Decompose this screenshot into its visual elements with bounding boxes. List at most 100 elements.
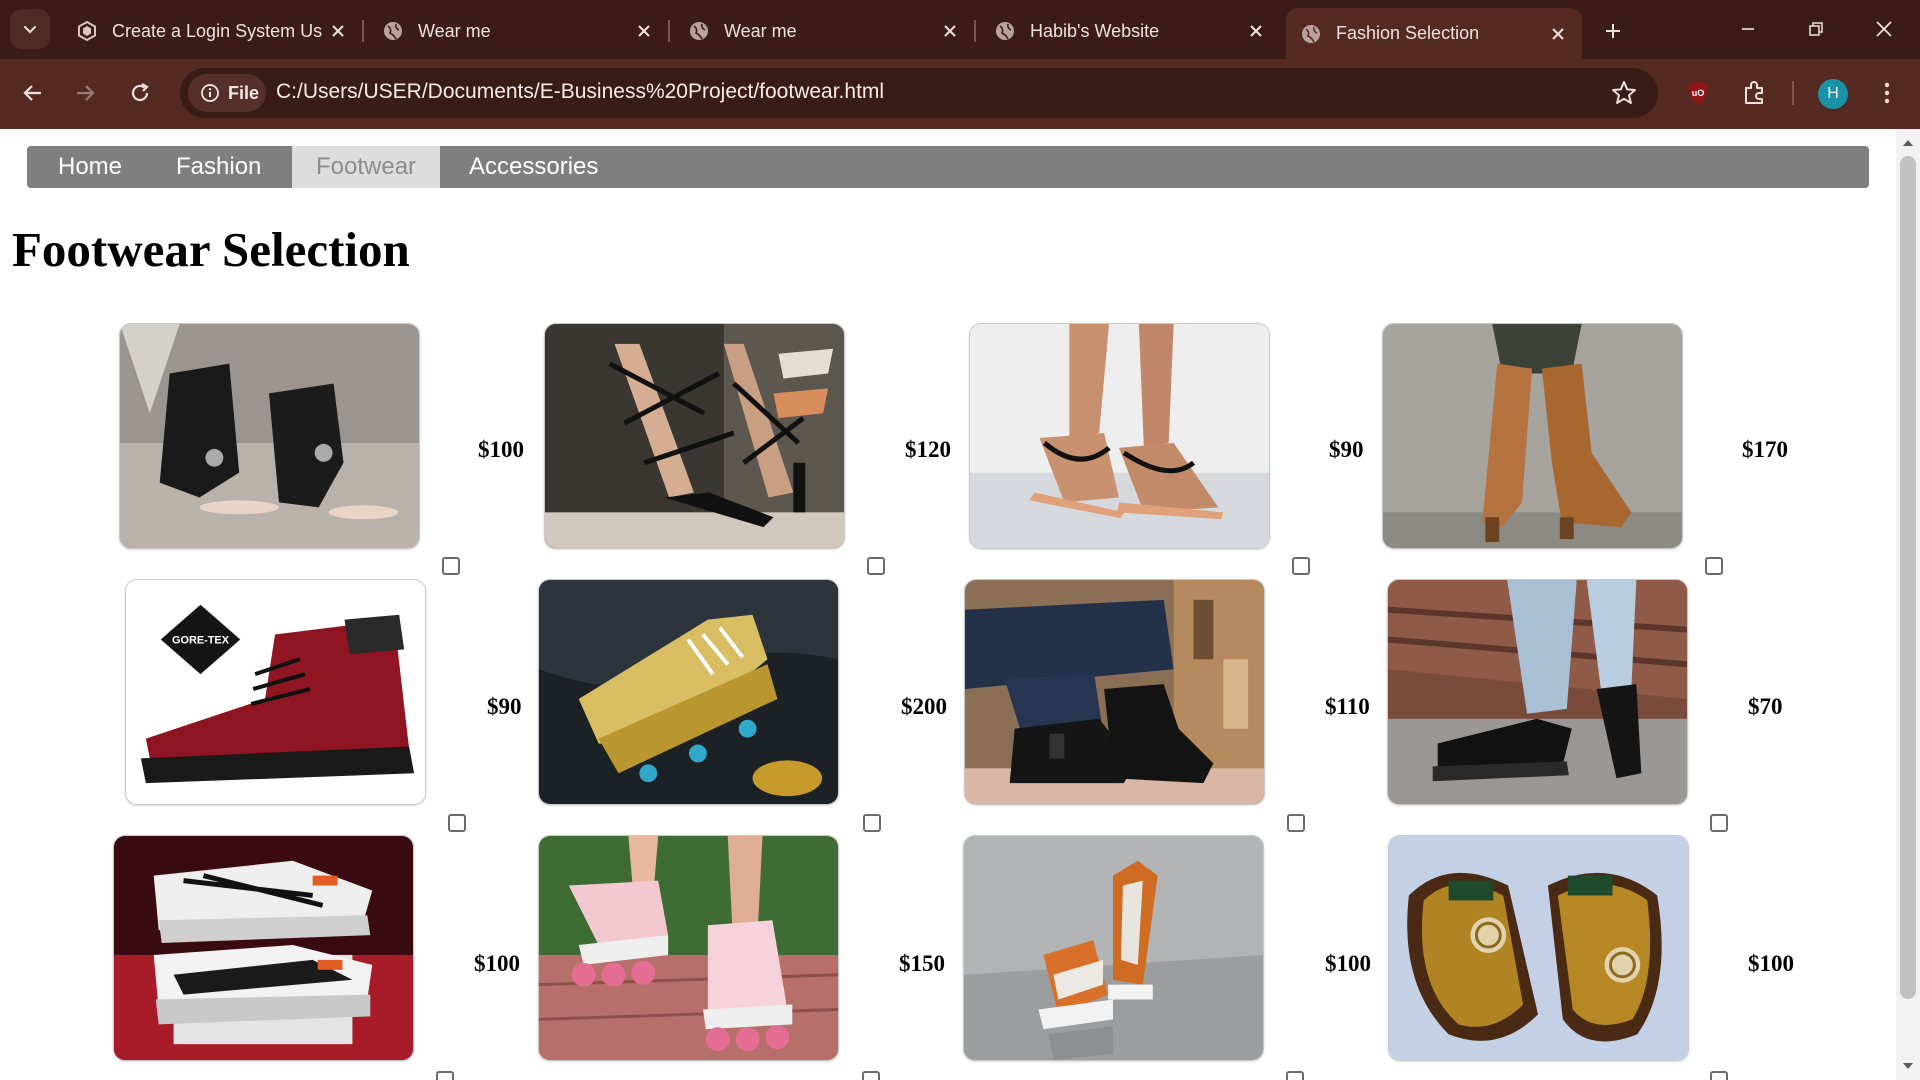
- browser-menu-button[interactable]: [1870, 76, 1904, 110]
- product-select-checkbox[interactable]: [448, 814, 466, 832]
- product-image-brown-gold-slides: [1388, 835, 1689, 1061]
- product-select-checkbox[interactable]: [863, 814, 881, 832]
- product-price: $90: [1329, 437, 1364, 462]
- product-select-checkbox[interactable]: [436, 1071, 454, 1080]
- page-viewport: Home Fashion Footwear Accessories Footwe…: [0, 129, 1896, 1080]
- forward-button[interactable]: [64, 72, 106, 114]
- tab-separator: [974, 20, 976, 42]
- close-tab-icon[interactable]: [630, 17, 658, 45]
- product-select-checkbox[interactable]: [1705, 557, 1723, 575]
- tab-title: Wear me: [724, 20, 797, 41]
- scroll-down-arrow-icon[interactable]: [1902, 1060, 1914, 1072]
- close-tab-icon[interactable]: [1544, 20, 1572, 48]
- tab-title: Wear me: [418, 20, 491, 41]
- product-image-red-gore-tex-boot: GORE-TEX: [125, 579, 426, 805]
- product-price: $120: [905, 437, 951, 462]
- product-select-checkbox[interactable]: [1710, 814, 1728, 832]
- close-tab-icon[interactable]: [936, 17, 964, 45]
- profile-avatar[interactable]: H: [1818, 79, 1848, 109]
- product-image-black-ankle-cuff-sandals: [119, 323, 420, 549]
- address-bar[interactable]: File C:/Users/USER/Documents/E-Business%…: [180, 68, 1658, 118]
- product-select-checkbox[interactable]: [867, 557, 885, 575]
- close-window-button[interactable]: [1854, 6, 1914, 52]
- close-icon: [1876, 21, 1892, 37]
- page-title: Footwear Selection: [12, 222, 410, 277]
- product-image-white-running-sneakers: [113, 835, 414, 1061]
- product-price: $150: [899, 951, 945, 976]
- tab-title: Fashion Selection: [1336, 23, 1480, 43]
- info-icon: [201, 84, 219, 102]
- product-price: $170: [1742, 437, 1788, 462]
- bookmark-star-icon[interactable]: [1610, 79, 1638, 107]
- site-navigation: Home Fashion Footwear Accessories: [27, 146, 1869, 188]
- product-price: $100: [474, 951, 520, 976]
- product-price: $100: [1748, 951, 1794, 976]
- back-button[interactable]: [12, 72, 54, 114]
- tab-title: Habib's Website: [1030, 20, 1160, 41]
- tab-habib-website[interactable]: Habib's Website: [980, 12, 1280, 50]
- new-tab-button[interactable]: [1596, 14, 1630, 48]
- product-price: $110: [1325, 694, 1370, 719]
- product-price: $100: [478, 437, 524, 462]
- tab-wear-me-1[interactable]: Wear me: [368, 12, 668, 50]
- close-tab-icon[interactable]: [324, 17, 352, 45]
- nav-link-home[interactable]: Home: [58, 146, 122, 188]
- product-select-checkbox[interactable]: [442, 557, 460, 575]
- svg-text:GORE-TEX: GORE-TEX: [172, 634, 230, 646]
- extensions-button[interactable]: [1737, 76, 1771, 110]
- product-price: $100: [1325, 951, 1371, 976]
- product-image-black-chelsea-boots: [964, 579, 1265, 805]
- tab-separator: [668, 20, 670, 42]
- tab-strip: Create a Login System Us Wear me Wear me…: [0, 0, 1920, 59]
- product-image-tan-knee-high-boots: [1382, 323, 1683, 549]
- nav-link-fashion[interactable]: Fashion: [176, 146, 261, 188]
- globe-icon: [690, 22, 708, 40]
- minimize-button[interactable]: [1718, 6, 1778, 52]
- product-select-checkbox[interactable]: [862, 1071, 880, 1080]
- url-text[interactable]: C:/Users/USER/Documents/E-Business%20Pro…: [276, 80, 884, 104]
- close-tab-icon[interactable]: [1242, 17, 1270, 45]
- globe-icon: [1302, 24, 1320, 43]
- browser-toolbar: File C:/Users/USER/Documents/E-Business%…: [0, 59, 1920, 129]
- product-price: $70: [1748, 694, 1783, 719]
- page-scrollbar[interactable]: [1896, 129, 1920, 1080]
- tab-login-system[interactable]: Create a Login System Us: [62, 12, 362, 50]
- nav-link-accessories[interactable]: Accessories: [469, 146, 598, 188]
- ublock-extension-button[interactable]: uO: [1681, 76, 1715, 110]
- svg-text:uO: uO: [1692, 88, 1705, 98]
- product-image-orange-sneakers: [963, 835, 1264, 1061]
- reload-icon: [131, 83, 149, 102]
- tab-wear-me-2[interactable]: Wear me: [674, 12, 974, 50]
- scroll-up-arrow-icon[interactable]: [1902, 137, 1914, 149]
- plus-icon: [1606, 24, 1620, 38]
- minimize-icon: [1742, 28, 1754, 30]
- product-price: $90: [487, 694, 522, 719]
- product-select-checkbox[interactable]: [1292, 557, 1310, 575]
- restore-button[interactable]: [1786, 6, 1846, 52]
- kebab-menu-icon: [1884, 82, 1890, 104]
- scrollbar-thumb[interactable]: [1900, 156, 1916, 999]
- product-price: $200: [901, 694, 947, 719]
- product-select-checkbox[interactable]: [1710, 1071, 1728, 1080]
- ublock-shield-icon: uO: [1688, 81, 1708, 105]
- toolbar-separator: [1792, 81, 1794, 105]
- chevron-down-icon: [23, 25, 37, 34]
- arrow-right-icon: [77, 85, 95, 101]
- nav-link-footwear[interactable]: Footwear: [292, 146, 441, 188]
- product-select-checkbox[interactable]: [1287, 814, 1305, 832]
- puzzle-piece-icon: [1745, 81, 1763, 104]
- globe-icon: [384, 22, 402, 40]
- reload-button[interactable]: [119, 72, 161, 114]
- tab-separator: [362, 20, 364, 42]
- tab-fashion-selection[interactable]: Fashion Selection: [1286, 8, 1582, 59]
- product-image-black-patent-loafers: [1387, 579, 1688, 805]
- file-label: File: [228, 82, 260, 103]
- arrow-left-icon: [23, 85, 41, 101]
- tab-search-button[interactable]: [10, 9, 50, 49]
- product-image-black-lace-up-heels: [544, 323, 845, 549]
- product-image-pink-inline-skates: [538, 835, 839, 1061]
- site-info-chip[interactable]: File: [188, 74, 266, 112]
- product-select-checkbox[interactable]: [1286, 1071, 1304, 1080]
- globe-icon: [996, 22, 1014, 40]
- product-image-black-thong-sandals: [969, 323, 1270, 549]
